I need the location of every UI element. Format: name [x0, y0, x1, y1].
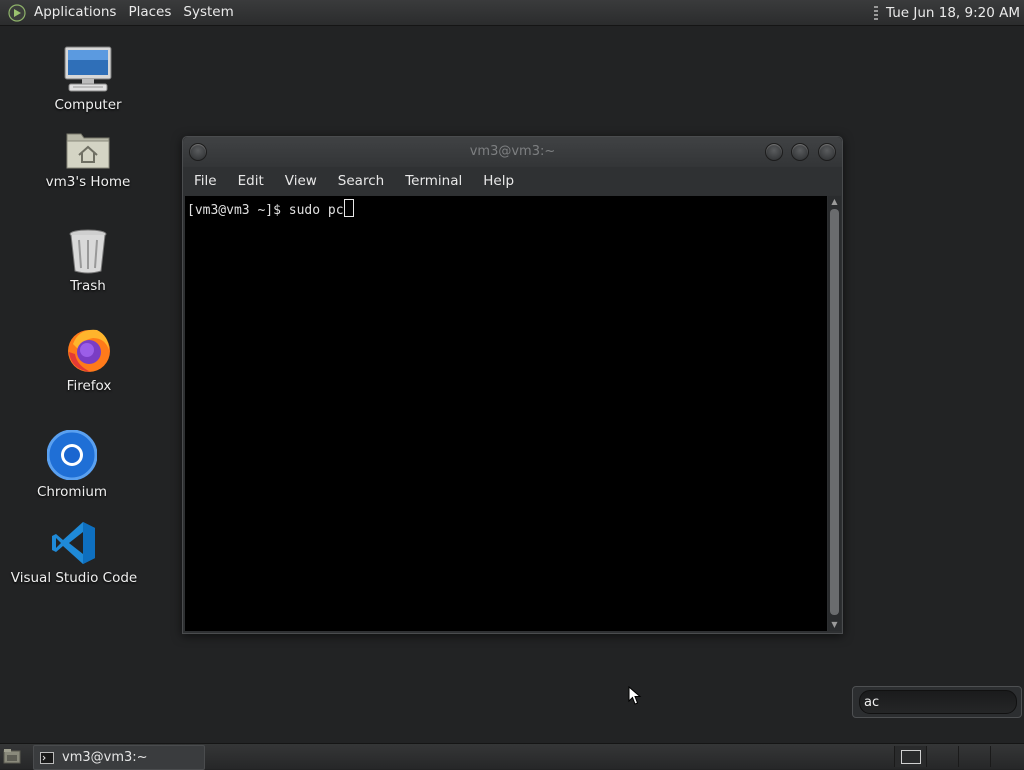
terminal-line: [vm3@vm3 ~]$ sudo pc: [187, 199, 354, 218]
mouse-pointer-icon: [628, 686, 642, 705]
chromium-icon: [47, 430, 97, 480]
prompt-text: [vm3@vm3 ~]$ sudo pc: [187, 203, 344, 218]
minimize-button[interactable]: [765, 143, 783, 161]
menu-terminal[interactable]: Terminal: [394, 173, 472, 189]
taskbar-button-terminal[interactable]: vm3@vm3:~: [33, 745, 205, 770]
terminal-icon: [40, 751, 54, 764]
scroll-down-arrow-icon[interactable]: ▼: [828, 619, 841, 631]
close-button[interactable]: [818, 143, 836, 161]
menu-system[interactable]: System: [177, 0, 239, 25]
scrollbar-thumb[interactable]: [830, 209, 839, 615]
scroll-up-arrow-icon[interactable]: ▲: [828, 196, 841, 208]
desktop-icon-chromium[interactable]: Chromium: [7, 430, 137, 500]
desktop-icon-label: Computer: [54, 97, 122, 113]
menu-edit[interactable]: Edit: [227, 173, 274, 189]
workspace-2[interactable]: [926, 746, 958, 767]
panel-handle: [874, 5, 878, 20]
desktop-icon-label: Chromium: [36, 484, 108, 500]
menu-help[interactable]: Help: [472, 173, 524, 189]
desktop-icon-label: Trash: [70, 278, 106, 294]
menu-view[interactable]: View: [274, 173, 327, 189]
desktop-icon-label: Firefox: [66, 378, 112, 394]
desktop-icon-trash[interactable]: Trash: [23, 228, 153, 294]
search-popup: [852, 686, 1022, 718]
computer-icon: [64, 46, 112, 92]
menu-search[interactable]: Search: [327, 173, 394, 189]
desktop-icon-label: vm3's Home: [45, 174, 131, 190]
terminal-window[interactable]: vm3@vm3:~ File Edit View Search Terminal…: [182, 136, 843, 634]
menu-file[interactable]: File: [183, 173, 227, 189]
workspace-3[interactable]: [958, 746, 990, 767]
search-field-frame: [859, 690, 1017, 714]
menu-applications[interactable]: Applications: [28, 0, 122, 25]
workspace-window-preview: [900, 750, 921, 764]
desktop-icon-computer[interactable]: Computer: [23, 45, 153, 113]
terminal-menubar: File Edit View Search Terminal Help: [183, 167, 842, 195]
terminal-scrollbar[interactable]: ▲ ▼: [828, 196, 841, 631]
desktop-icon-label: Visual Studio Code: [10, 570, 138, 586]
desktop-icon-firefox[interactable]: Firefox: [24, 326, 154, 394]
menu-places[interactable]: Places: [122, 0, 177, 25]
desktop-icon-vscode[interactable]: Visual Studio Code: [9, 520, 139, 586]
main-menu: Applications Places System: [0, 0, 240, 25]
window-title: vm3@vm3:~: [469, 144, 556, 159]
workspace-switcher: [894, 746, 1022, 767]
text-cursor: [343, 199, 354, 217]
window-titlebar[interactable]: vm3@vm3:~: [183, 137, 842, 167]
home-folder-icon: [66, 133, 110, 169]
firefox-icon: [68, 329, 110, 372]
workspace-1[interactable]: [894, 746, 926, 767]
show-desktop-icon[interactable]: [3, 748, 21, 764]
search-input[interactable]: [864, 693, 1004, 711]
vscode-icon: [52, 522, 95, 564]
terminal-output[interactable]: [vm3@vm3 ~]$ sudo pc: [185, 196, 827, 631]
desktop-icon-home[interactable]: vm3's Home: [23, 128, 153, 190]
clock[interactable]: Tue Jun 18, 9:20 AM: [886, 5, 1020, 21]
trash-icon: [69, 229, 107, 274]
maximize-button[interactable]: [791, 143, 809, 161]
taskbar-button-label: vm3@vm3:~: [62, 750, 148, 765]
top-panel: Applications Places System Tue Jun 18, 9…: [0, 0, 1024, 26]
workspace-4[interactable]: [990, 746, 1022, 767]
bottom-panel: vm3@vm3:~: [0, 743, 1024, 770]
distro-logo-icon[interactable]: [8, 3, 26, 22]
